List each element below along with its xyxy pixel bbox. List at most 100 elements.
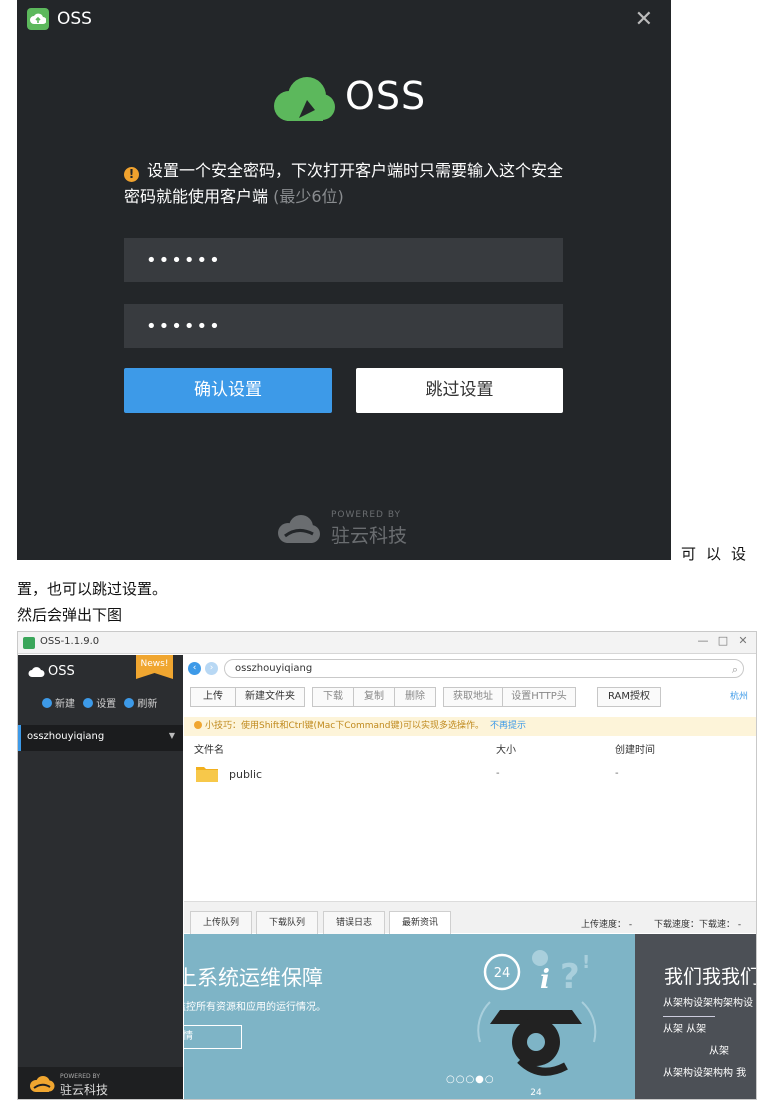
dialog-titlebar: OSS ✕ — [17, 0, 671, 40]
panel-divider — [663, 1016, 715, 1017]
toolbar: 上传 新建文件夹 下载 复制 删除 获取地址 设置HTTP头 RAM授权 杭州 — [184, 687, 756, 711]
file-name: public — [229, 768, 263, 781]
info-icon — [194, 721, 202, 729]
svg-text:!: ! — [582, 952, 590, 973]
tab-error-log[interactable]: 错误日志 — [323, 911, 385, 934]
back-icon[interactable]: ‹ — [188, 662, 201, 675]
news-badge[interactable]: News! — [136, 655, 173, 679]
main-panel: ‹ › osszhouyiqiang ⌕ 上传 新建文件夹 下载 复制 删除 获… — [184, 655, 757, 1099]
close-icon[interactable]: ✕ — [635, 8, 653, 32]
search-icon[interactable]: ⌕ — [732, 661, 738, 678]
path-input[interactable]: osszhouyiqiang ⌕ — [224, 659, 744, 678]
forward-icon[interactable]: › — [205, 662, 218, 675]
banner-subtitle: 监控所有资源和应用的运行情况。 — [184, 1002, 326, 1013]
table-row[interactable]: public - - — [184, 759, 756, 789]
window-titlebar: OSS-1.1.9.0 — □ ✕ — [18, 632, 756, 654]
oss-logo-icon — [267, 76, 337, 126]
company-name: 驻云科技 — [60, 1083, 109, 1097]
plus-icon — [42, 698, 52, 708]
bottom-tabs: 上传队列 下载队列 错误日志 最新资讯 上传速度： - 下载速度：下载速： - — [184, 901, 756, 934]
company-name: 驻云科技 — [331, 525, 408, 547]
panel-line: 从架构设架构架构设 — [663, 998, 753, 1009]
brand-name: OSS — [345, 74, 427, 118]
info-icon: ! — [124, 167, 139, 182]
delete-button[interactable]: 删除 — [394, 687, 436, 707]
powered-by: POWERED BY 驻云科技 — [273, 510, 433, 550]
news-banner[interactable]: 上系统运维保障 监控所有资源和应用的运行情况。 情 24 i ? ! 24 ○○… — [184, 934, 635, 1099]
new-bucket-button[interactable]: 新建 — [42, 698, 75, 710]
powered-by-label: POWERED BY — [331, 510, 402, 520]
svg-text:?: ? — [560, 957, 580, 997]
powered-by-label: POWERED BY — [60, 1073, 101, 1080]
panel-line: 从架 — [709, 1046, 729, 1057]
panel-line: 从架 从架 — [663, 1024, 707, 1035]
company-cloud-icon — [273, 514, 323, 548]
oss-cloud-icon — [28, 663, 46, 682]
password-setup-dialog: OSS ✕ OSS ! 设置一个安全密码，下次打开客户端时只需要输入这个安全密码就… — [17, 0, 671, 560]
doc-text-line: 置，也可以跳过设置。 — [17, 580, 168, 598]
svg-text:i: i — [540, 965, 550, 995]
dismiss-tip-link[interactable]: 不再提示 — [490, 721, 526, 731]
upload-speed: 上传速度： - — [581, 920, 633, 930]
caret-down-icon: ▼ — [168, 731, 175, 740]
badge-number: 24 — [494, 966, 511, 981]
company-cloud-icon — [28, 1076, 56, 1096]
gear-icon — [83, 698, 94, 708]
tip-bar: 小技巧：使用Shift和Ctrl键(Mac下Command键)可以实现多选操作。… — [184, 717, 756, 736]
column-header-created[interactable]: 创建时间 — [615, 741, 655, 756]
app-icon — [23, 637, 35, 649]
close-icon[interactable]: ✕ — [734, 634, 752, 647]
doc-text-line: 然后会弹出下图 — [17, 606, 123, 624]
new-folder-button[interactable]: 新建文件夹 — [235, 687, 305, 707]
sidebar: OSS News! 新建 设置 刷新 osszhouyiqiang ▼ POWE… — [18, 655, 183, 1099]
column-header-size[interactable]: 大小 — [496, 741, 516, 756]
password-notice: ! 设置一个安全密码，下次打开客户端时只需要输入这个安全密码就能使用客户端 (最少… — [124, 158, 564, 210]
notice-hint: (最少6位) — [273, 187, 344, 206]
get-url-button[interactable]: 获取地址 — [443, 687, 503, 707]
tab-download-queue[interactable]: 下载队列 — [256, 911, 318, 934]
ram-auth-button[interactable]: RAM授权 — [597, 687, 661, 707]
confirm-button[interactable]: 确认设置 — [124, 368, 332, 413]
column-header-name[interactable]: 文件名 — [194, 741, 224, 756]
tab-latest-news[interactable]: 最新资讯 — [389, 911, 451, 934]
tip-text: 小技巧：使用Shift和Ctrl键(Mac下Command键)可以实现多选操作。 — [205, 721, 484, 731]
region-label[interactable]: 杭州 — [730, 689, 748, 702]
upload-button[interactable]: 上传 — [190, 687, 236, 707]
copy-button[interactable]: 复制 — [353, 687, 395, 707]
news-panel[interactable]: 我们我我们 从架构设架构架构设 从架 从架 从架 从架构设架构构 我 — [635, 934, 757, 1099]
download-button[interactable]: 下载 — [312, 687, 354, 707]
skip-button[interactable]: 跳过设置 — [356, 368, 563, 413]
password-field[interactable] — [124, 238, 563, 282]
path-value: osszhouyiqiang — [235, 663, 313, 674]
folder-icon — [196, 765, 218, 786]
bucket-name: osszhouyiqiang — [27, 731, 105, 742]
confirm-password-field[interactable] — [124, 304, 563, 348]
sidebar-footer: POWERED BY 驻云科技 — [18, 1067, 183, 1099]
maximize-icon[interactable]: □ — [714, 634, 732, 647]
dialog-app-name: OSS — [57, 9, 92, 29]
file-size: - — [496, 768, 500, 779]
brand-lockup: OSS — [267, 70, 447, 130]
set-http-header-button[interactable]: 设置HTTP头 — [502, 687, 576, 707]
oss-client-window: OSS-1.1.9.0 — □ ✕ OSS News! 新建 设置 刷新 oss… — [17, 631, 757, 1100]
refresh-icon — [124, 698, 135, 708]
sidebar-item-bucket[interactable]: osszhouyiqiang ▼ — [18, 725, 183, 751]
tab-upload-queue[interactable]: 上传队列 — [190, 911, 252, 934]
download-speed: 下载速度：下载速： - — [654, 920, 742, 930]
refresh-button[interactable]: 刷新 — [124, 698, 157, 710]
banner-title: 上系统运维保障 — [184, 966, 323, 990]
svg-text:24: 24 — [530, 1088, 542, 1098]
oss-cloud-icon — [27, 8, 49, 30]
file-created: - — [615, 768, 619, 779]
panel-line: 从架构设架构构 我 — [663, 1068, 747, 1079]
sidebar-actions: 新建 设置 刷新 — [42, 695, 162, 710]
doc-text-tail: 可以设 — [681, 545, 757, 563]
navbar: ‹ › osszhouyiqiang ⌕ — [184, 655, 756, 681]
sidebar-app-name: OSS — [48, 664, 75, 679]
banner-button[interactable]: 情 — [184, 1025, 242, 1049]
panel-title: 我们我我们 — [664, 966, 757, 988]
settings-button[interactable]: 设置 — [83, 698, 116, 710]
minimize-icon[interactable]: — — [694, 634, 712, 647]
carousel-dots[interactable]: ○○○●○ — [446, 1074, 495, 1085]
window-title: OSS-1.1.9.0 — [40, 636, 100, 647]
